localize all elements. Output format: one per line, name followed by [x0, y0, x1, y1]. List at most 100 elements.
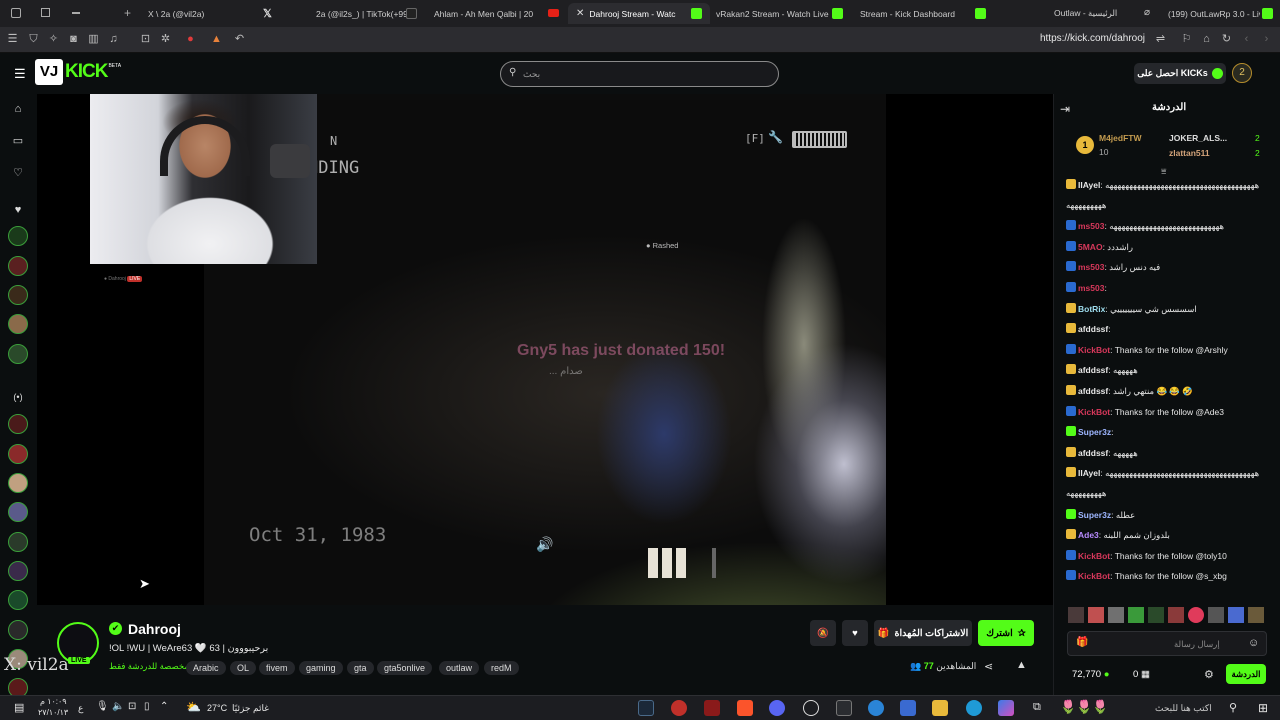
new-tab-icon[interactable]: +	[124, 6, 131, 20]
browser-menu-icon[interactable]	[11, 8, 21, 18]
chat-username[interactable]: afddssf	[1078, 448, 1108, 458]
speaker-icon[interactable]: 🔈	[112, 701, 124, 712]
chat-username[interactable]: afddssf	[1078, 324, 1108, 334]
emote-9[interactable]	[1228, 607, 1244, 623]
top-gifter-2-name[interactable]: JOKER_ALS...	[1169, 133, 1227, 143]
channel-avatar-1[interactable]	[8, 226, 28, 246]
tag-fivem[interactable]: fivem	[259, 661, 295, 675]
speed-icon[interactable]	[803, 700, 819, 716]
close-tab-icon[interactable]: ✕	[576, 8, 584, 19]
bookmark-icon[interactable]: ⚐	[1180, 33, 1193, 46]
network-icon[interactable]: ⊡	[128, 701, 136, 712]
tag-outlaw[interactable]: outlaw	[439, 661, 480, 675]
chat-username[interactable]: Ade3	[1078, 530, 1099, 540]
following-icon[interactable]: ♡	[8, 163, 28, 183]
emote-6[interactable]	[1168, 607, 1184, 623]
puzzle-icon[interactable]: ✲	[159, 33, 172, 46]
discord-icon[interactable]	[769, 700, 785, 716]
tab-vrakan2-stream[interactable]: vRakan2 Stream - Watch Live o	[708, 3, 830, 24]
chat-username[interactable]: KickBot	[1078, 571, 1110, 581]
channel-avatar-5[interactable]	[8, 344, 28, 364]
shield-icon[interactable]: ⛉	[27, 33, 40, 46]
menu-icon[interactable]: ☰	[6, 33, 19, 46]
tab-youtube-ahlam[interactable]: Ahlam - Ah Men Qalbi | 20	[426, 3, 538, 24]
emote-2[interactable]	[1088, 607, 1104, 623]
start-icon[interactable]: ⊞	[1258, 701, 1268, 715]
emote-7[interactable]	[1188, 607, 1204, 623]
tray-chevron-icon[interactable]: ⌃	[160, 701, 168, 712]
adobe-icon[interactable]	[704, 700, 720, 716]
channel-avatar-6[interactable]	[8, 414, 28, 434]
forward-icon[interactable]: ›	[1260, 33, 1273, 46]
channel-avatar-12[interactable]	[8, 590, 28, 610]
undo-icon[interactable]: ↶	[233, 33, 246, 46]
chat-username[interactable]: KickBot	[1078, 345, 1110, 355]
emote-4[interactable]	[1128, 607, 1144, 623]
chat-filter-icon[interactable]: ⩸	[1161, 166, 1166, 177]
back-icon[interactable]: ‹	[1240, 33, 1253, 46]
tab-dahrooj-stream[interactable]: ✕ Dahrooj Stream - Watc	[568, 3, 710, 24]
emote-1[interactable]	[1068, 607, 1084, 623]
channel-avatar-2[interactable]	[8, 256, 28, 276]
channel-avatar-8[interactable]	[8, 473, 28, 493]
chat-username[interactable]: ms503	[1078, 221, 1104, 231]
chat-username[interactable]: ms503	[1078, 283, 1104, 293]
chat-username[interactable]: afddssf	[1078, 365, 1108, 375]
channel-avatar-11[interactable]	[8, 561, 28, 581]
url-field[interactable]: https://kick.com/dahrooj	[1040, 33, 1145, 44]
chat-username[interactable]: 5MAO	[1078, 242, 1103, 252]
taskbar-search-icon[interactable]: ⚲	[1229, 701, 1237, 714]
channel-avatar-7[interactable]	[8, 444, 28, 464]
steam-icon[interactable]	[638, 700, 654, 716]
translate-icon[interactable]: ⇌	[1154, 33, 1167, 46]
tab-stack-icon[interactable]	[41, 8, 50, 17]
battery-tray-icon[interactable]: ▯	[144, 701, 150, 712]
chat-username[interactable]: KickBot	[1078, 407, 1110, 417]
onedrive-icon[interactable]	[868, 700, 884, 716]
tab-outlawrp-console[interactable]: (199) OutLawRp 3.0 - Live Cons	[1160, 3, 1260, 24]
home-icon[interactable]: ⌂	[1200, 33, 1213, 46]
chat-username[interactable]: Super3z	[1078, 427, 1111, 437]
kick-logo[interactable]: VJ KICK BETA	[35, 59, 121, 85]
gift-subs-button[interactable]: 🎁 الاشتراكات المُهداة	[874, 620, 972, 646]
tab-x-vil2a[interactable]: X \ 2a (@vil2a)	[140, 3, 260, 24]
extension-icon[interactable]: ✧	[47, 33, 60, 46]
ublock-icon[interactable]: ●	[184, 33, 197, 46]
tag-arabic[interactable]: Arabic	[186, 661, 226, 675]
weather-label[interactable]: غائم جزئيًا	[232, 703, 269, 714]
reload-icon[interactable]: ↻	[1220, 33, 1233, 46]
sidebar-icon[interactable]: ▥	[87, 33, 100, 46]
notification-bell-button[interactable]: 🔕	[810, 620, 836, 646]
tab-outlaw[interactable]: Outlaw - الرئيسية	[1046, 3, 1146, 24]
hamburger-menu-icon[interactable]: ☰	[14, 66, 26, 82]
user-avatar[interactable]: 2	[1232, 63, 1252, 83]
chat-username[interactable]: afddssf	[1078, 386, 1108, 396]
taskbar-search-placeholder[interactable]: اكتب هنا للبحث	[1155, 703, 1212, 714]
chat-username[interactable]: KickBot	[1078, 551, 1110, 561]
music-icon[interactable]: ♫	[107, 33, 120, 46]
input-language[interactable]: ع	[78, 703, 83, 714]
browse-icon[interactable]: ▭	[8, 131, 28, 151]
notifications-icon[interactable]: ▲	[210, 33, 223, 46]
tab-tiktok[interactable]: 2a (@il2s_) | TikTok(+99)	[308, 3, 418, 24]
tab-kick-dashboard[interactable]: Stream - Kick Dashboard	[852, 3, 956, 24]
report-icon[interactable]: ▲	[1016, 659, 1027, 671]
tag-ol[interactable]: OL	[230, 661, 257, 675]
emote-3[interactable]	[1108, 607, 1124, 623]
top-gifter-1-name[interactable]: M4jedFTW	[1099, 133, 1142, 143]
search-input[interactable]: بحث	[500, 61, 779, 87]
chat-username[interactable]: IIAyel	[1078, 468, 1100, 478]
channel-avatar-13[interactable]	[8, 620, 28, 640]
chat-input[interactable]: ☺ إرسال رسالة 🎁	[1067, 631, 1267, 656]
notifications-tray-icon[interactable]: ▤	[14, 701, 24, 714]
copilot-icon[interactable]	[998, 700, 1014, 716]
tag-gta[interactable]: gta	[347, 661, 374, 675]
gamepad-icon[interactable]: ◙	[67, 33, 80, 46]
follow-heart-button[interactable]: ♥	[842, 620, 868, 646]
get-kicks-button[interactable]: احصل على KICKs	[1134, 63, 1226, 84]
clock-date[interactable]: ٢٧/١٠/١٣	[38, 708, 68, 717]
chat-username[interactable]: Super3z	[1078, 510, 1111, 520]
task-view-icon[interactable]: ⧉	[1033, 701, 1041, 714]
home-icon[interactable]: ⌂	[8, 99, 28, 119]
file-explorer-icon[interactable]	[932, 700, 948, 716]
